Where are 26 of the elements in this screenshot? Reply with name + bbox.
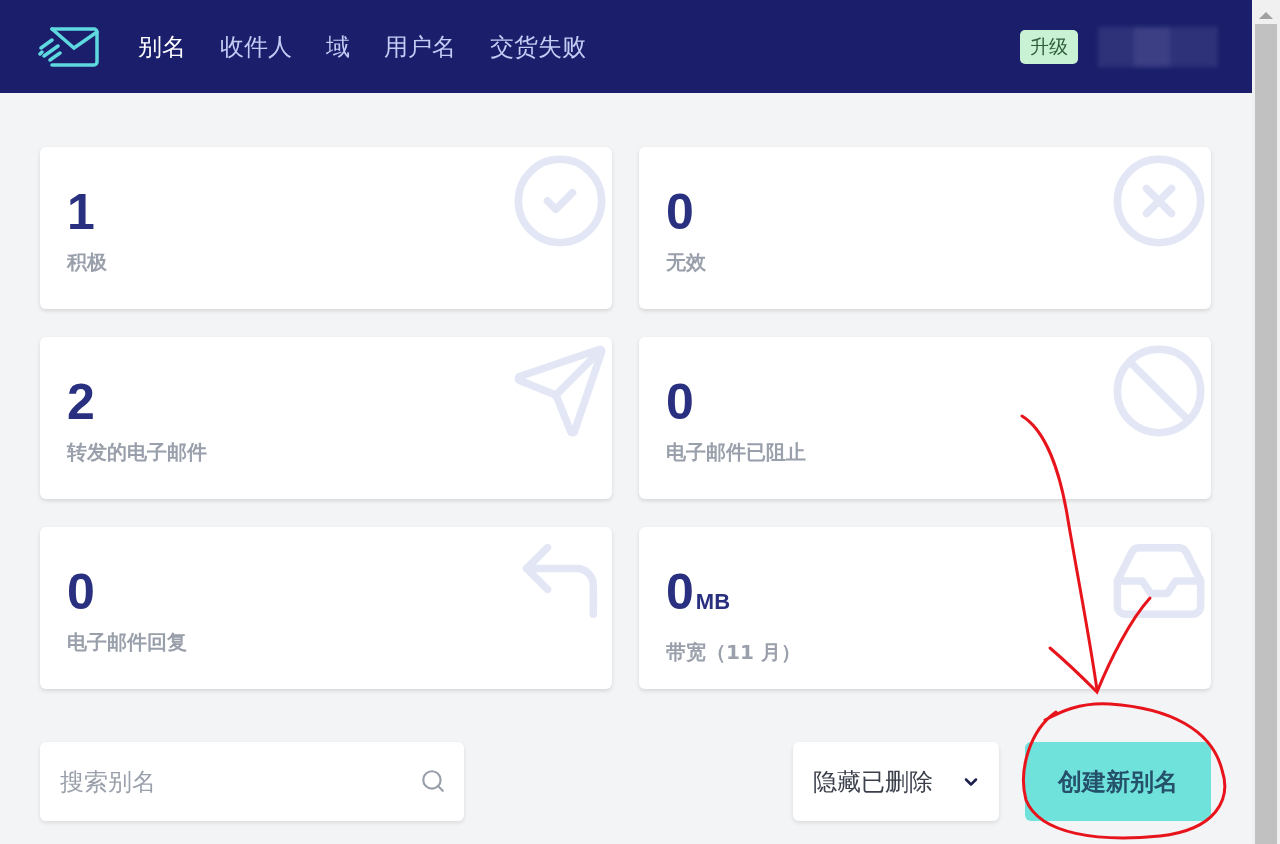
nav-tab[interactable]: 域 <box>326 30 350 63</box>
stat-value: 0 <box>666 185 694 239</box>
nav-tab[interactable]: 用户名 <box>384 30 456 63</box>
stat-value: 0 <box>666 565 694 619</box>
stat-value: 2 <box>67 375 95 429</box>
scrollbar[interactable] <box>1252 0 1280 844</box>
upgrade-badge[interactable]: 升级 <box>1020 29 1078 64</box>
stat-label: 转发的电子邮件 <box>67 439 208 466</box>
create-alias-button[interactable]: 创建新别名 <box>1025 742 1211 821</box>
stat-value: 1 <box>67 185 95 239</box>
nav-tab[interactable]: 别名 <box>138 30 186 63</box>
envelope-logo-icon <box>38 25 100 68</box>
scroll-up-icon[interactable] <box>1259 10 1273 20</box>
stat-value: 0 <box>666 375 694 429</box>
stat-label: 带宽（11 月） <box>666 639 802 666</box>
filter-dropdown[interactable]: 隐藏已删除 <box>793 742 999 821</box>
nav-tab[interactable]: 交货失败 <box>490 30 586 63</box>
stat-label: 无效 <box>666 249 707 276</box>
stat-label: 电子邮件回复 <box>67 629 188 656</box>
nav-tab[interactable]: 收件人 <box>220 30 292 63</box>
stat-value: 0 <box>67 565 95 619</box>
stat-label: 积极 <box>67 249 108 276</box>
search-icon <box>420 768 446 794</box>
stat-label: 电子邮件已阻止 <box>666 439 807 466</box>
search-field[interactable]: 搜索别名 <box>40 742 464 821</box>
stat-unit: MB <box>695 588 731 616</box>
